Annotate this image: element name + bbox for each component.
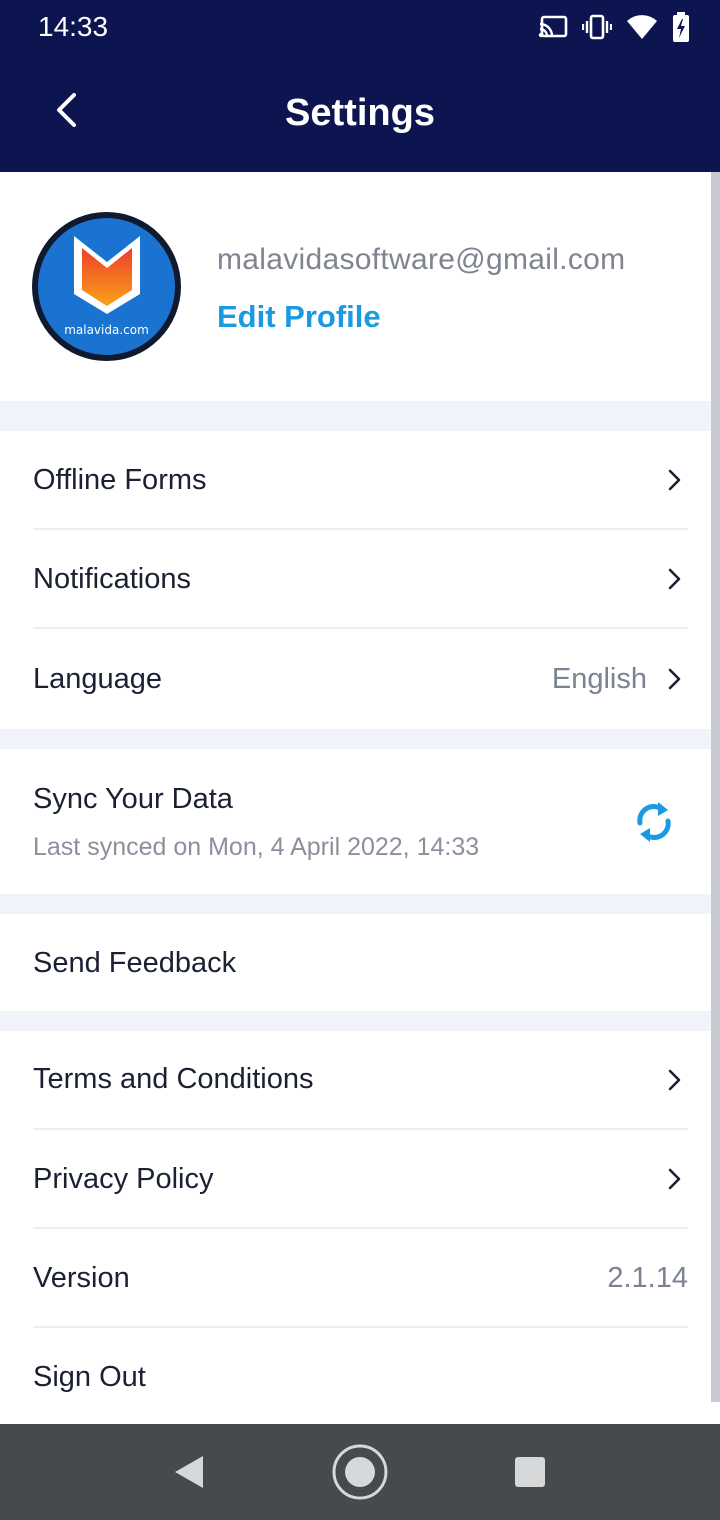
language-label: Language xyxy=(33,663,163,695)
app-bar: Settings xyxy=(0,56,720,172)
chevron-right-icon xyxy=(666,468,684,492)
settings-content: malavida.com malavidasoftware@gmail.com … xyxy=(0,172,720,1424)
sign-out-row[interactable]: Sign Out xyxy=(0,1328,712,1424)
send-feedback-row[interactable]: Send Feedback xyxy=(0,914,712,1011)
vibrate-icon xyxy=(582,14,612,40)
version-value: 2.1.14 xyxy=(607,1262,688,1294)
chevron-right-icon xyxy=(666,667,684,691)
profile-card: malavida.com malavidasoftware@gmail.com … xyxy=(0,172,712,401)
sync-row[interactable]: Sync Your Data Last synced on Mon, 4 Apr… xyxy=(0,749,712,894)
section-gap xyxy=(0,894,712,914)
notifications-label: Notifications xyxy=(33,563,191,595)
cast-icon xyxy=(538,15,568,39)
battery-charging-icon xyxy=(672,12,690,42)
profile-email: malavidasoftware@gmail.com xyxy=(217,243,626,276)
settings-screen: 14:33 Settings malavida.com malavidasoft… xyxy=(0,0,720,1520)
sync-icon[interactable] xyxy=(632,797,676,847)
section-gap xyxy=(0,729,712,749)
wifi-icon xyxy=(626,14,658,40)
privacy-policy-row[interactable]: Privacy Policy xyxy=(0,1130,712,1229)
version-row: Version 2.1.14 xyxy=(0,1229,712,1328)
chevron-right-icon xyxy=(666,1068,684,1092)
scrollbar[interactable] xyxy=(711,172,720,1402)
privacy-policy-label: Privacy Policy xyxy=(33,1163,214,1195)
avatar-text: malavida.com xyxy=(64,323,149,337)
nav-back-icon[interactable] xyxy=(173,1454,205,1495)
last-synced-text: Last synced on Mon, 4 April 2022, 14:33 xyxy=(33,833,480,861)
sync-label: Sync Your Data xyxy=(33,783,233,815)
terms-row[interactable]: Terms and Conditions xyxy=(0,1031,712,1130)
offline-forms-row[interactable]: Offline Forms xyxy=(0,431,712,530)
language-value: English xyxy=(551,663,647,695)
offline-forms-label: Offline Forms xyxy=(33,464,207,496)
avatar[interactable]: malavida.com xyxy=(32,212,181,361)
version-label: Version xyxy=(33,1262,130,1294)
notifications-row[interactable]: Notifications xyxy=(0,530,712,629)
chevron-right-icon xyxy=(666,1167,684,1191)
top-bar: 14:33 Settings xyxy=(0,0,720,172)
send-feedback-label: Send Feedback xyxy=(33,947,237,979)
nav-recents-icon[interactable] xyxy=(514,1456,546,1493)
section-gap xyxy=(0,401,712,431)
status-icons xyxy=(538,12,690,42)
terms-label: Terms and Conditions xyxy=(33,1063,314,1095)
system-nav-bar xyxy=(0,1424,720,1520)
malavida-logo: malavida.com xyxy=(38,218,175,355)
section-gap xyxy=(0,1011,712,1031)
edit-profile-link[interactable]: Edit Profile xyxy=(217,299,381,335)
chevron-right-icon xyxy=(666,567,684,591)
sign-out-label: Sign Out xyxy=(33,1361,146,1393)
language-row[interactable]: Language English xyxy=(0,629,712,729)
status-time: 14:33 xyxy=(38,11,109,42)
nav-home-icon[interactable] xyxy=(331,1443,389,1506)
status-bar: 14:33 xyxy=(0,0,720,56)
page-title: Settings xyxy=(285,92,435,134)
